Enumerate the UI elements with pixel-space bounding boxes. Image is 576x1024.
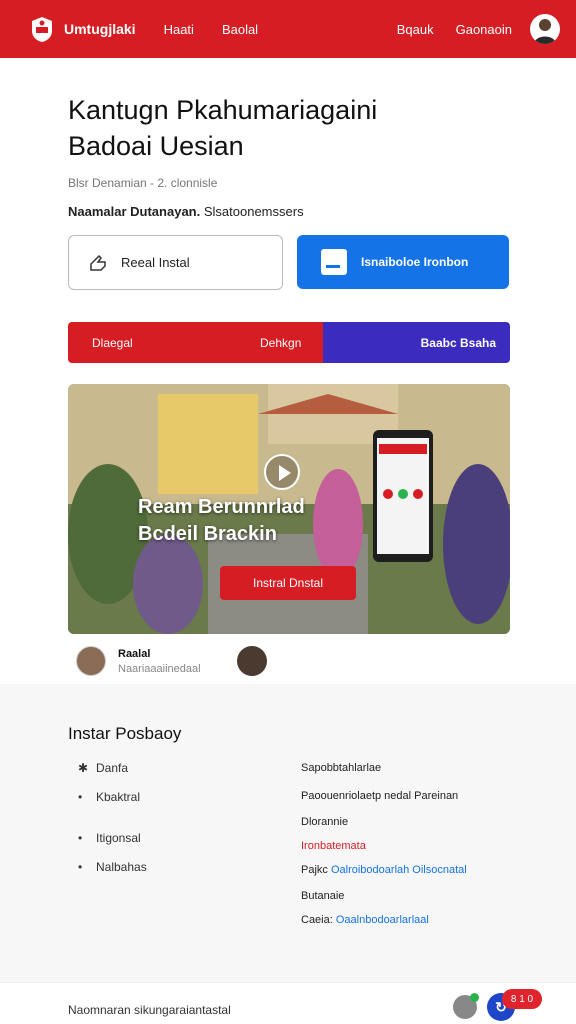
primary-button[interactable]: Isnaiboloe Ironbon (297, 235, 509, 289)
notification-badge[interactable]: 8 1 0 (502, 989, 542, 1009)
hero-video[interactable]: Ream Berunnrlad Bcdeil Brackin Instral D… (68, 384, 510, 634)
section-title: Instar Posbaoy (68, 724, 182, 743)
read-install-label: Reeal Instal (121, 255, 190, 270)
hero-line-2: Bcdeil Brackin (138, 523, 277, 545)
meta-info: Blsr Denamian - 2. clonnisle (68, 176, 218, 190)
detail-link-row: Pajkc Oalroibodoarlah Oilsocnatal (301, 864, 467, 876)
subtitle-rest: Slsatoonemssers (203, 204, 304, 219)
nav-link-4[interactable]: Gaonaoin (456, 22, 512, 37)
play-icon[interactable] (264, 454, 300, 490)
nav-link-1[interactable]: Haati (164, 22, 194, 37)
subtitle-bold: Naamalar Dutanayan. (68, 204, 201, 219)
segment-left-label: Dlaegal (92, 335, 133, 350)
detail-label: Pajkc (301, 864, 328, 876)
main-content: Kantugn Pkahumariagaini Badoai Uesian Bl… (68, 92, 510, 676)
detail-link[interactable]: Oalroibodoarlah Oilsocnatal (331, 864, 467, 876)
star-icon: ✱ (78, 761, 89, 775)
list-item-label: Kbaktral (96, 790, 141, 804)
detail-text: Butanaie (301, 890, 345, 902)
bullet-icon: • (78, 831, 83, 845)
bullet-icon: • (78, 790, 83, 804)
detail-link-row: Caeia: Oaalnbodoarlarlaal (301, 914, 429, 926)
detail-link[interactable]: Oaalnbodoarlarlaal (336, 914, 429, 926)
list-item[interactable]: • Nalbahas (78, 860, 147, 874)
list-item[interactable]: • Kbaktral (78, 790, 140, 804)
nav-link-3[interactable]: Bqauk (397, 22, 434, 37)
hero-install-button[interactable]: Instral Dnstal (220, 566, 356, 600)
hero-line-1: Ream Berunnrlad (138, 496, 305, 518)
subtitle: Naamalar Dutanayan. Slsatoonemssers (68, 204, 510, 219)
detail-heading: Sapobbtahlarlae (301, 762, 382, 774)
footer: Naomnaran sikungaraiantastal ↻ 8 1 0 (0, 982, 576, 1024)
people-row: Raalal Naariaaaiinedaal (76, 646, 510, 676)
nav-right-group: Bqauk Gaonaoin (375, 14, 560, 44)
bullet-icon: • (78, 860, 83, 874)
status-icon[interactable] (453, 993, 479, 1019)
person-role: Naariaaaiinedaal (118, 662, 201, 675)
segment-right-label: Baabc Bsaha (420, 335, 496, 350)
document-icon (321, 249, 347, 275)
brand-logo-icon[interactable] (28, 14, 56, 44)
detail-highlight: Ironbatemata (301, 840, 366, 852)
person-avatar-2[interactable] (236, 646, 267, 676)
person-info: Raalal Naariaaaiinedaal (118, 648, 201, 675)
segment-mid-label[interactable]: Dehkgn (260, 336, 301, 350)
list-item[interactable]: • Itigonsal (78, 831, 141, 845)
primary-button-label: Isnaiboloe Ironbon (361, 255, 469, 269)
nav-link-2[interactable]: Baolal (222, 22, 258, 37)
person-avatar[interactable] (76, 646, 106, 676)
info-section: Instar Posbaoy ✱ Danfa • Kbaktral • Itig… (0, 684, 576, 982)
detail-text: Paoouenriolaetp nedal Pareinan (301, 790, 459, 802)
segment-right[interactable]: Baabc Bsaha (323, 322, 510, 363)
read-install-button[interactable]: Reeal Instal (68, 235, 283, 290)
title-line-2: Badoai Uesian (68, 131, 244, 161)
user-avatar[interactable] (530, 14, 560, 44)
hero-headline: Ream Berunnrlad Bcdeil Brackin (138, 494, 305, 548)
person-name: Raalal (118, 647, 151, 660)
segment-left[interactable]: Dlaegal Dehkgn (68, 322, 323, 363)
detail-label: Caeia: (301, 914, 333, 926)
title-line-1: Kantugn Pkahumariagaini (68, 95, 378, 125)
detail-text: Dlorannie (301, 816, 349, 828)
top-navigation-bar: Umtugjlaki Haati Baolal Bqauk Gaonaoin (0, 0, 576, 58)
list-item-label: Danfa (96, 761, 129, 775)
list-item[interactable]: ✱ Danfa (78, 761, 128, 775)
brand-name[interactable]: Umtugjlaki (64, 21, 136, 37)
segmented-control: Dlaegal Dehkgn Baabc Bsaha (68, 322, 510, 363)
list-item-label: Nalbahas (96, 860, 147, 874)
action-buttons: Reeal Instal Isnaiboloe Ironbon (68, 235, 510, 290)
footer-text: Naomnaran sikungaraiantastal (68, 1003, 231, 1017)
page-title: Kantugn Pkahumariagaini Badoai Uesian (68, 92, 510, 164)
list-item-label: Itigonsal (96, 831, 141, 845)
hand-icon (90, 254, 106, 271)
